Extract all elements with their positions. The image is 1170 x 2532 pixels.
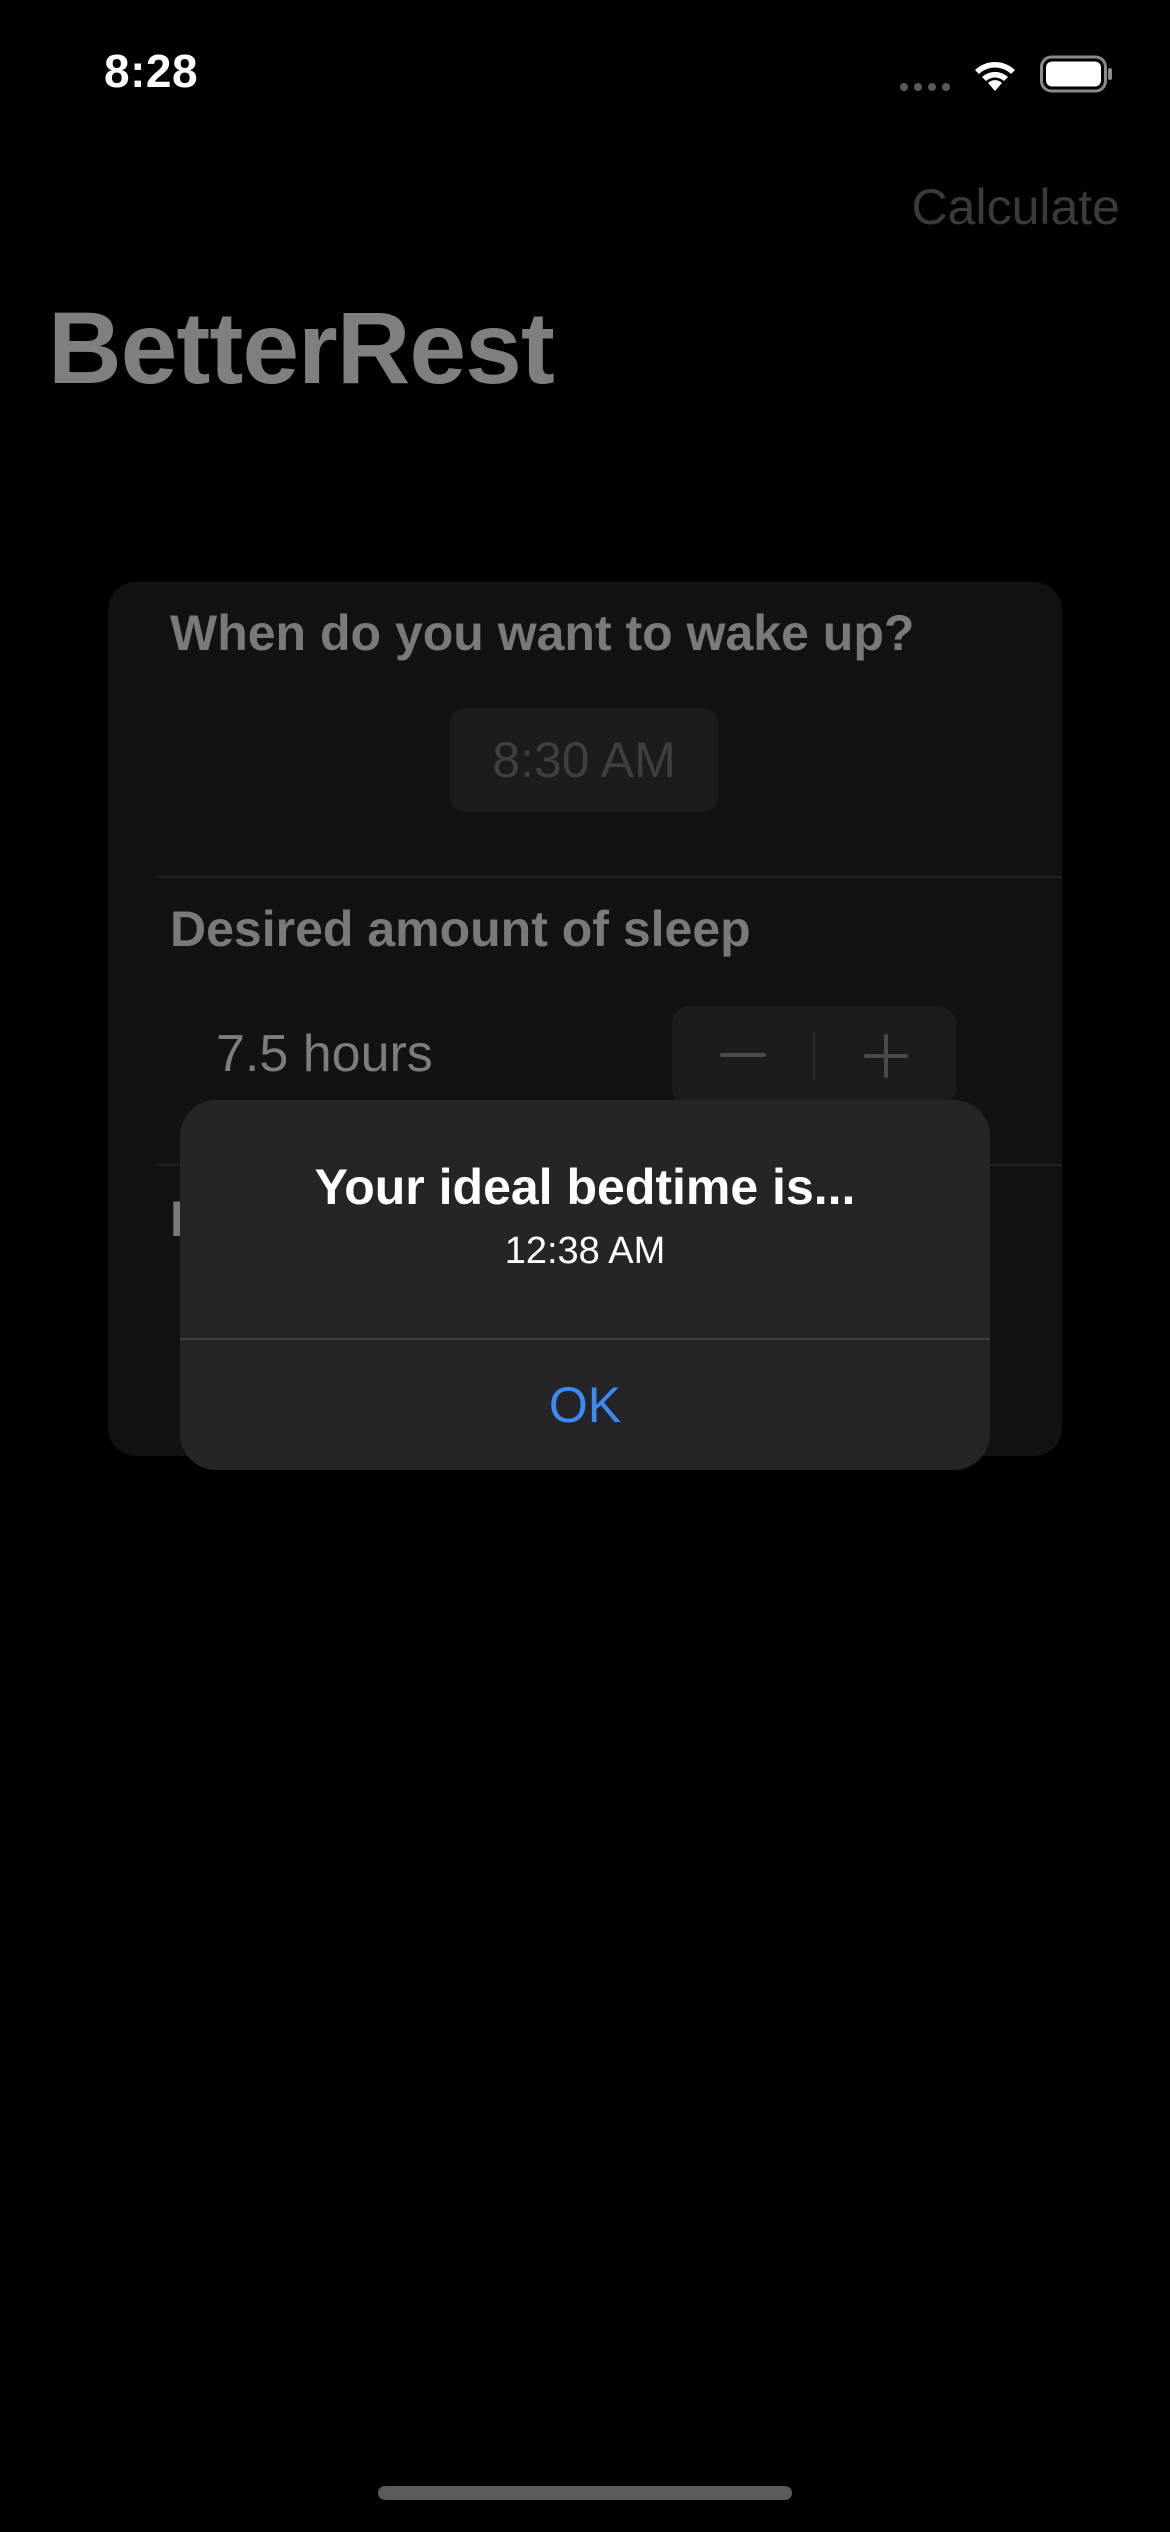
wake-up-label: When do you want to wake up?	[170, 605, 915, 661]
section-divider	[156, 876, 1062, 878]
sleep-amount-stepper	[672, 1006, 956, 1106]
minus-icon	[719, 1053, 766, 1057]
alert-ok-button[interactable]: OK	[180, 1340, 990, 1470]
plus-icon	[863, 1034, 908, 1078]
page-title: BetterRest	[48, 291, 555, 405]
calculate-button[interactable]: Calculate	[912, 178, 1120, 236]
alert-message: 12:38 AM	[504, 1230, 666, 1272]
sleep-amount-value: 7.5 hours	[216, 1025, 433, 1083]
screen: 8:28 Calculate BetterRest When do you wa…	[0, 0, 1170, 2532]
stepper-increment-button[interactable]	[815, 1006, 956, 1106]
stepper-decrement-button[interactable]	[672, 1006, 813, 1106]
wake-up-time-picker[interactable]: 8:30 AM	[450, 708, 718, 812]
bedtime-alert: Your ideal bedtime is... 12:38 AM OK	[180, 1100, 990, 1470]
sleep-amount-label: Desired amount of sleep	[170, 901, 751, 957]
home-indicator[interactable]	[378, 2486, 792, 2500]
alert-title: Your ideal bedtime is...	[314, 1159, 856, 1215]
